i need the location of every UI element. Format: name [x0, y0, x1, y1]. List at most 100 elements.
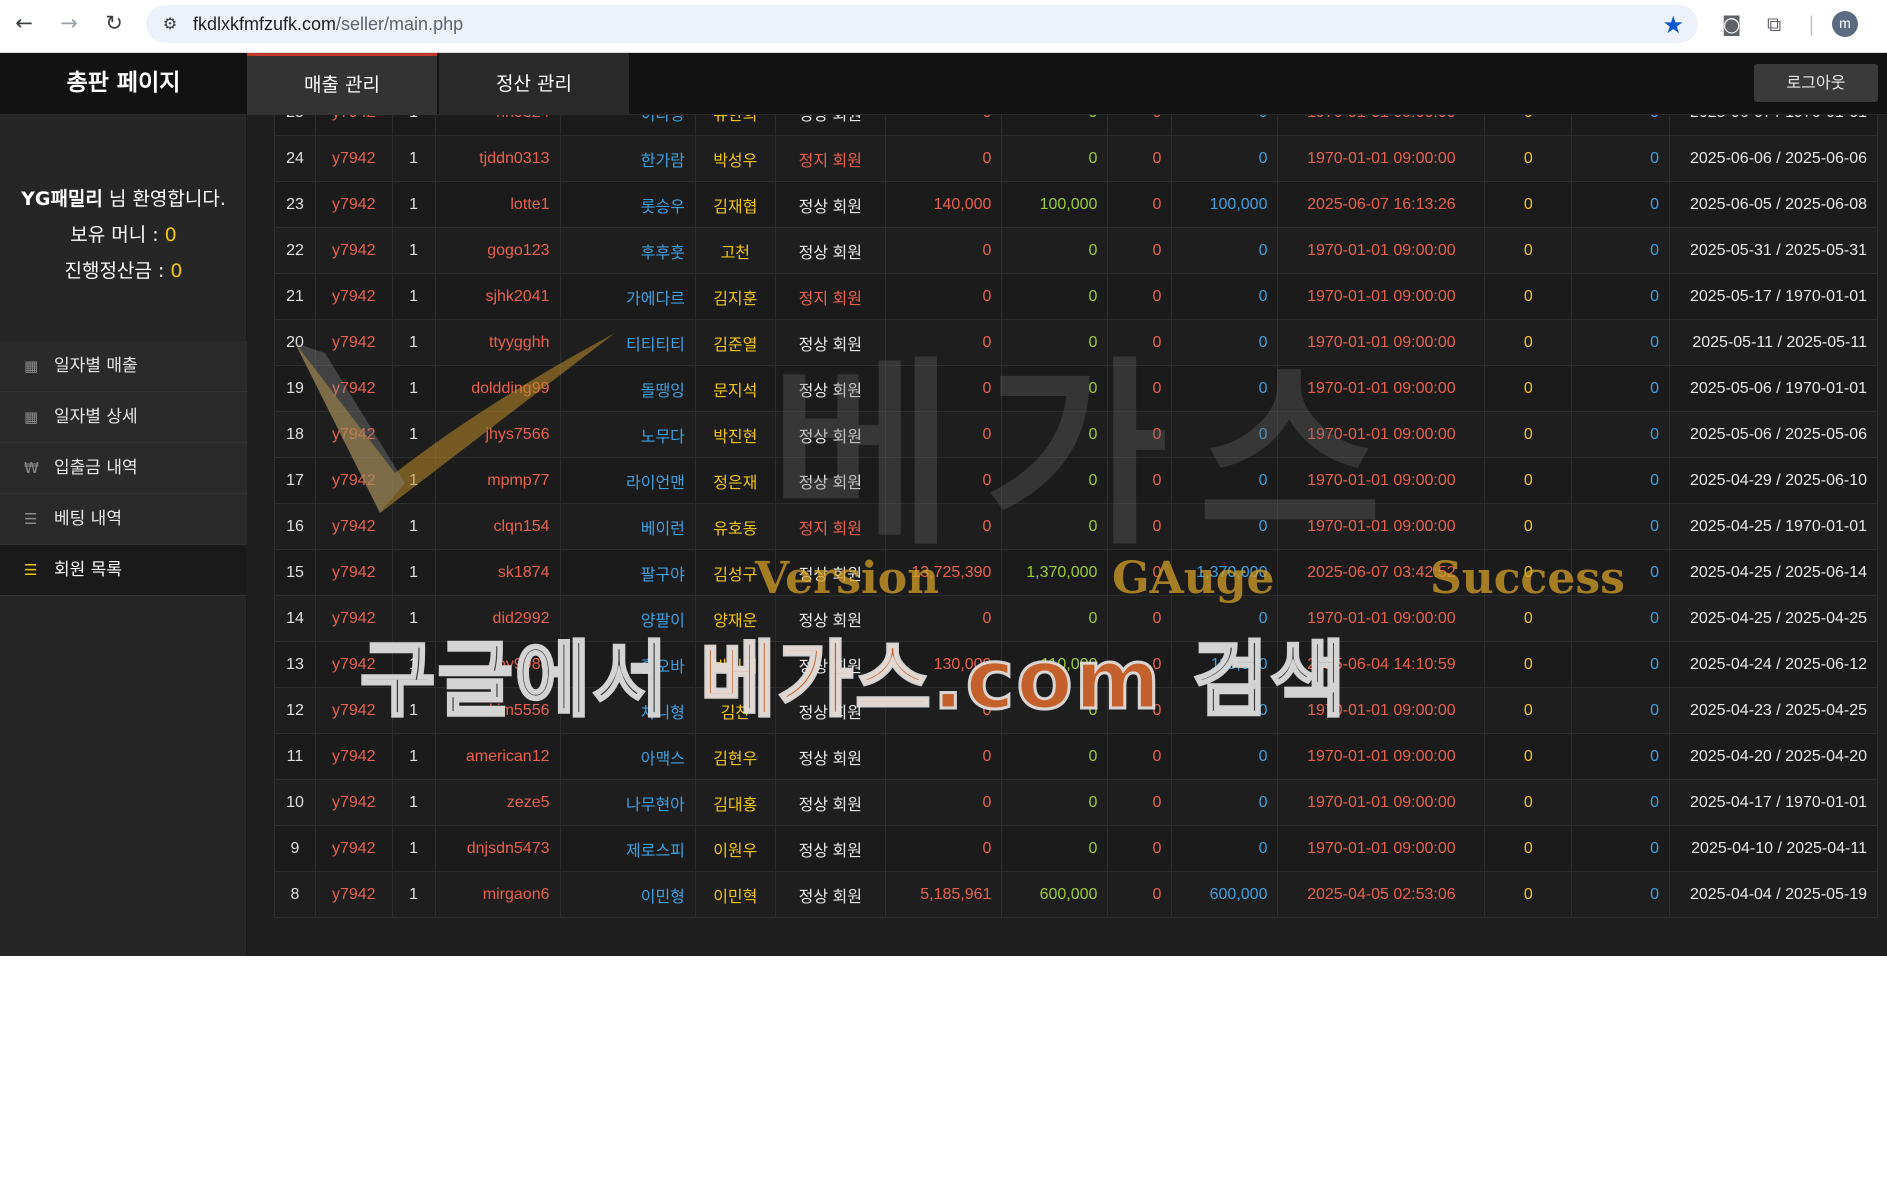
- table-row[interactable]: 13 y7942 1 doy9988 홀오바 박민재 정상 회원 130,000 110,000…: [274, 641, 1878, 688]
- table-row[interactable]: 11 y7942 1 american12 아맥스 김현우 정상 회원 0 0 0 0 1970-01…: [274, 733, 1878, 780]
- table-row[interactable]: 21 y7942 1 sjhk2041 가에다르 김지훈 정지 회원 0 0 0 0 1970-01-…: [274, 273, 1878, 320]
- real-name: 박민재: [694, 641, 776, 688]
- table-row[interactable]: 15 y7942 1 sk1874 팔구야 김성구 정상 회원 13,725,390 1,370…: [274, 549, 1878, 596]
- back-arrow-icon[interactable]: ←: [12, 11, 36, 35]
- table-row[interactable]: 18 y7942 1 jhys7566 노무다 박진현 정상 회원 0 0 0 0 1970-01-0…: [274, 411, 1878, 458]
- member-id[interactable]: ttyygghh: [434, 319, 561, 366]
- nickname[interactable]: 이다랑: [559, 115, 696, 136]
- nickname[interactable]: 차니형: [559, 687, 696, 734]
- table-row[interactable]: 24 y7942 1 tjddn0313 한가람 박성우 정지 회원 0 0 0 0 1970-01-…: [274, 135, 1878, 182]
- money-line: 보유 머니 : 0: [0, 217, 247, 253]
- last-login: 1970-01-01 09:00:00: [1277, 135, 1486, 182]
- profile-avatar[interactable]: m: [1832, 11, 1858, 37]
- member-id[interactable]: gogo123: [434, 227, 561, 274]
- nickname[interactable]: 양팔이: [559, 595, 696, 642]
- deposit-amount: 0: [884, 457, 1003, 504]
- member-id[interactable]: dnjsdn5473: [434, 825, 561, 872]
- logout-button[interactable]: 로그아웃: [1754, 64, 1878, 102]
- join-dates: 2025-06-07 / 1970-01-01: [1669, 115, 1878, 136]
- member-id[interactable]: zeze5: [434, 779, 561, 826]
- table-row[interactable]: 8 y7942 1 mirgaon6 이민형 이민혁 정상 회원 5,185,961 600,0…: [274, 871, 1878, 918]
- member-id[interactable]: doy9988: [434, 641, 561, 688]
- table-row[interactable]: 12 y7942 1 kim5556 차니형 김찬 정상 회원 0 0 0 0 1970-01-01 …: [274, 687, 1878, 734]
- member-id[interactable]: jhys7566: [434, 411, 561, 458]
- welcome-line: YG패밀리 님 환영합니다.: [0, 181, 247, 217]
- forward-arrow-icon[interactable]: →: [57, 11, 81, 35]
- extensions-icon[interactable]: ⧉: [1767, 12, 1781, 36]
- table-row[interactable]: 23 y7942 1 lotte1 롯승우 김재협 정상 회원 140,000 100,000 0…: [274, 181, 1878, 228]
- member-id[interactable]: sjhk2041: [434, 273, 561, 320]
- url-text[interactable]: fkdlxkfmfzufk.com/seller/main.php: [193, 14, 463, 35]
- nickname[interactable]: 아맥스: [559, 733, 696, 780]
- nickname[interactable]: 한가람: [559, 135, 696, 182]
- member-status: 정상 회원: [774, 549, 886, 596]
- nickname[interactable]: 돌땡잉: [559, 365, 696, 412]
- nickname[interactable]: 롯승우: [559, 181, 696, 228]
- point-balance: 0: [1571, 457, 1671, 504]
- nickname[interactable]: 베이런: [559, 503, 696, 550]
- sidebar-item-members[interactable]: ☰ 회원 목록: [0, 545, 247, 596]
- nickname[interactable]: 홀오바: [559, 641, 696, 688]
- last-login: 2025-06-07 03:42:52: [1277, 549, 1486, 596]
- table-row[interactable]: 25y79421rin0324이다랑유한희정상 회원00001970-01-01…: [274, 115, 1878, 136]
- browser-toolbar: ← → ↻ ⚙ fkdlxkfmfzufk.com/seller/main.ph…: [0, 0, 1887, 53]
- won-icon: ₩: [24, 459, 39, 477]
- row-number: 23: [274, 181, 316, 228]
- agent-id: y7942: [314, 779, 393, 826]
- point-value: 0: [1484, 457, 1573, 504]
- member-level: 1: [391, 595, 436, 642]
- last-login: 1970-01-01 09:00:00: [1277, 503, 1486, 550]
- member-id[interactable]: tjddn0313: [434, 135, 561, 182]
- nickname[interactable]: 이민형: [559, 871, 696, 918]
- sidebar-item-betting[interactable]: ☰ 베팅 내역: [0, 494, 247, 545]
- member-id[interactable]: american12: [434, 733, 561, 780]
- member-id[interactable]: sk1874: [434, 549, 561, 596]
- member-id[interactable]: mpmp77: [434, 457, 561, 504]
- member-id[interactable]: rin0324: [434, 115, 561, 136]
- deposit-amount: 130,000: [884, 641, 1003, 688]
- bonus-amount: 0: [1107, 871, 1173, 918]
- bonus-amount: 0: [1107, 319, 1173, 366]
- member-id[interactable]: doldding99: [434, 365, 561, 412]
- table-row[interactable]: 22 y7942 1 gogo123 후후훗 고천 정상 회원 0 0 0 0 1970-01-01 …: [274, 227, 1878, 274]
- member-id[interactable]: clqn154: [434, 503, 561, 550]
- agent-id: y7942: [314, 503, 393, 550]
- nickname[interactable]: 후후훗: [559, 227, 696, 274]
- table-row[interactable]: 10 y7942 1 zeze5 나무현아 김대홍 정상 회원 0 0 0 0 1970-01-01 …: [274, 779, 1878, 826]
- table-row[interactable]: 16 y7942 1 clqn154 베이런 유호동 정지 회원 0 0 0 0 1970-01-01…: [274, 503, 1878, 550]
- sidebar-item-daily-detail[interactable]: ▦ 일자별 상세: [0, 392, 247, 443]
- sidebar-item-label: 베팅 내역: [54, 509, 122, 529]
- table-row[interactable]: 14 y7942 1 did2992 양팔이 양재운 정상 회원 0 0 0 0 1970-01-01…: [274, 595, 1878, 642]
- site-info-icon[interactable]: ⚙: [160, 14, 180, 34]
- tab-sales[interactable]: 매출 관리: [247, 53, 437, 115]
- sidebar-item-deposit-withdraw[interactable]: ₩ 입출금 내역: [0, 443, 247, 494]
- reload-icon[interactable]: ↻: [102, 11, 126, 35]
- member-id[interactable]: lotte1: [434, 181, 561, 228]
- withdraw-amount: 0: [1001, 115, 1109, 136]
- member-id[interactable]: kim5556: [434, 687, 561, 734]
- address-bar[interactable]: ⚙ fkdlxkfmfzufk.com/seller/main.php ★: [146, 5, 1698, 43]
- nickname[interactable]: 라이언맨: [559, 457, 696, 504]
- member-id[interactable]: mirgaon6: [434, 871, 561, 918]
- row-number: 16: [274, 503, 316, 550]
- nickname[interactable]: 나무현아: [559, 779, 696, 826]
- sidebar-item-daily-sales[interactable]: ▦ 일자별 매출: [0, 341, 247, 392]
- table-row[interactable]: 9 y7942 1 dnjsdn5473 제로스피 이원우 정상 회원 0 0 0 0 1970-01…: [274, 825, 1878, 872]
- member-id[interactable]: did2992: [434, 595, 561, 642]
- welcome-panel: YG패밀리 님 환영합니다. 보유 머니 : 0 진행정산금 : 0: [0, 181, 247, 289]
- nickname[interactable]: 가에다르: [559, 273, 696, 320]
- member-status: 정상 회원: [774, 595, 886, 642]
- table-row[interactable]: 20 y7942 1 ttyygghh 티티티티 김준열 정상 회원 0 0 0 0 1970-01-…: [274, 319, 1878, 366]
- table-row[interactable]: 19 y7942 1 doldding99 돌땡잉 문지석 정상 회원 0 0 0 0 1970-01…: [274, 365, 1878, 412]
- table-row[interactable]: 17 y7942 1 mpmp77 라이언맨 정은재 정상 회원 0 0 0 0 1970-01-01…: [274, 457, 1878, 504]
- bonus-amount: 0: [1107, 687, 1173, 734]
- bookmark-star-icon[interactable]: ★: [1662, 11, 1684, 39]
- join-dates: 2025-04-25 / 1970-01-01: [1669, 503, 1878, 550]
- camera-icon[interactable]: ◙: [1722, 12, 1741, 36]
- nickname[interactable]: 팔구야: [559, 549, 696, 596]
- nickname[interactable]: 제로스피: [559, 825, 696, 872]
- tab-settlement[interactable]: 정산 관리: [439, 53, 629, 115]
- nickname[interactable]: 노무다: [559, 411, 696, 458]
- nickname[interactable]: 티티티티: [559, 319, 696, 366]
- join-dates: 2025-04-25 / 2025-06-14: [1669, 549, 1878, 596]
